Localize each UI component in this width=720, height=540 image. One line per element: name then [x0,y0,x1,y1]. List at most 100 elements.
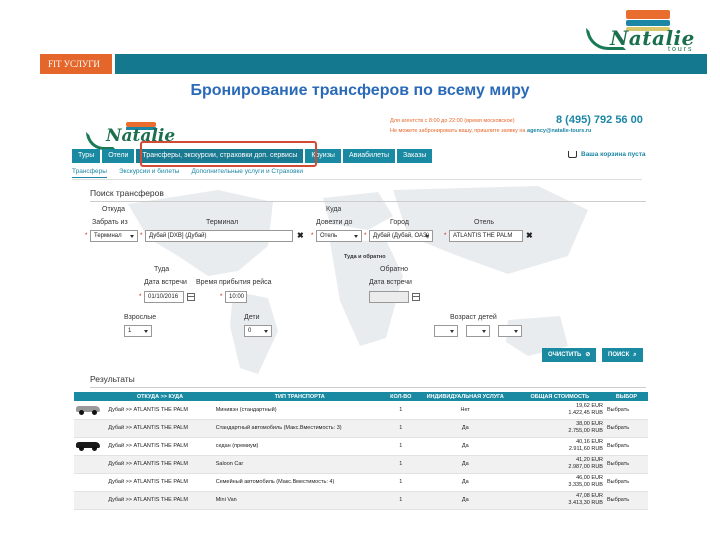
arrival-time-label: Время прибытия рейса [196,279,272,286]
logo-subtitle: tours [668,46,694,53]
col-select: ВЫБОР [604,392,648,401]
select-link[interactable]: Выбрать [604,473,648,492]
child-age-select-3[interactable] [498,325,522,337]
price-eur: 40,16 EUR [576,439,603,445]
route-cell: Дубай >> ATLANTIS THE PALM [106,437,214,456]
select-link[interactable]: Выбрать [604,437,648,456]
individual-cell: Да [415,437,515,456]
terminal-input[interactable]: Дубай [DXB] (Дубай) [145,230,293,242]
select-link[interactable]: Выбрать [604,491,648,510]
result-row: Дубай >> ATLANTIS THE PALM Стандартный а… [74,419,648,438]
results-title: Результаты [90,374,135,384]
price-rub: 3.335,00 RUB [568,482,603,488]
route-cell: Дубай >> ATLANTIS THE PALM [106,401,214,420]
child-age-select-2[interactable] [466,325,490,337]
round-trip-label: Туда и обратно [344,254,386,260]
result-row: Дубай >> ATLANTIS THE PALM Saloon Car 1 … [74,455,648,474]
clear-button[interactable]: ОЧИСТИТЬ ⊘ [542,348,597,362]
section-bar: FIT УСЛУГИ [40,54,707,74]
nav-orders[interactable]: Заказы [397,149,433,163]
individual-cell: Да [415,473,515,492]
calendar-icon[interactable] [412,293,420,301]
price-cell: 47,08 EUR 3.413,30 RUB [514,491,605,510]
qty-cell: 1 [385,419,416,438]
sub-nav: Трансферы Экскурсии и билеты Дополнитель… [72,168,303,178]
arrival-time-input[interactable]: 10:00 [225,291,247,303]
transport-type-cell: седан (премиум) [213,437,386,456]
subnav-transfers[interactable]: Трансферы [72,168,107,178]
vehicle-cell [74,473,107,492]
cart-icon [568,151,577,158]
calendar-icon[interactable] [187,293,195,301]
price-cell: 46,00 EUR 3.335,00 RUB [514,473,605,492]
child-age-select-1[interactable] [434,325,458,337]
agency-note-text: Не можете забронировать вашу, пришлите з… [390,128,526,134]
select-link[interactable]: Выбрать [604,401,648,420]
clear-terminal-icon[interactable]: ✖ [297,231,304,240]
search-title: Поиск трансферов [90,188,164,198]
section-bar-fill [115,54,707,74]
return-date-input[interactable] [369,291,409,303]
results-table: ОТКУДА >> КУДА ТИП ТРАНСПОРТА КОЛ-ВО ИНД… [74,392,648,510]
vehicle-cell [74,419,107,438]
agency-note: Не можете забронировать вашу, пришлите з… [390,128,591,134]
children-label: Дети [244,314,260,321]
back-label: Обратно [380,266,409,273]
vehicle-cell [74,455,107,474]
col-route: ОТКУДА >> КУДА [106,392,214,401]
hotel-input[interactable]: ATLANTIS THE PALM [449,230,523,242]
meet-date-input[interactable]: 01/10/2016 [144,291,184,303]
transport-type-cell: Mini Van [213,491,386,510]
to-label: Куда [326,206,342,213]
clear-hotel-icon[interactable]: ✖ [526,231,533,240]
child-age-label: Возраст детей [450,314,497,321]
col-image [74,392,107,401]
qty-cell: 1 [385,401,416,420]
city-label: Город [390,219,409,226]
sub-nav-divider [72,179,642,180]
select-link[interactable]: Выбрать [604,419,648,438]
col-transport: ТИП ТРАНСПОРТА [213,392,386,401]
from-label: Откуда [102,206,126,213]
subnav-extra-services[interactable]: Дополнительные услуги и Страховки [191,168,303,178]
transport-type-cell: Минивэн (стандартный) [213,401,386,420]
dropoff-select[interactable]: Отель [316,230,362,242]
pickup-select[interactable]: Терминал [90,230,138,242]
adults-label: Взрослые [124,314,157,321]
slide-logo: Natalie tours [586,8,710,53]
price-eur: 41,20 EUR [576,457,603,463]
result-row: Дубай >> ATLANTIS THE PALM Mini Van 1 Да… [74,491,648,510]
route-cell: Дубай >> ATLANTIS THE PALM [106,419,214,438]
there-label: Туда [154,266,170,273]
route-cell: Дубай >> ATLANTIS THE PALM [106,455,214,474]
nav-flights[interactable]: Авиабилеты [342,149,396,163]
price-eur: 47,08 EUR [576,493,603,499]
cart-status[interactable]: Ваша корзина пуста [568,151,646,158]
vehicle-image [76,440,100,451]
vehicle-cell [74,401,107,420]
price-cell: 38,00 EUR 2.755,00 RUB [514,419,605,438]
dropoff-label: Довезти до [316,219,353,226]
section-tag: FIT УСЛУГИ [40,54,112,74]
clear-icon: ⊘ [585,352,591,358]
subnav-excursions[interactable]: Экскурсии и билеты [119,168,180,178]
price-cell: 40,16 EUR 2.911,60 RUB [514,437,605,456]
price-rub: 2.755,00 RUB [568,428,603,434]
route-cell: Дубай >> ATLANTIS THE PALM [106,473,214,492]
nav-hotels[interactable]: Отели [102,149,135,163]
nav-tours[interactable]: Туры [72,149,101,163]
adults-select[interactable]: 1 [124,325,152,337]
children-select[interactable]: 0 [244,325,272,337]
required-mark: * [85,233,88,239]
price-cell: 19,62 EUR 1.422,45 RUB [514,401,605,420]
city-select[interactable]: Дубай (Дубай, ОАЭ) [369,230,433,242]
price-eur: 19,62 EUR [576,402,603,409]
result-row: Дубай >> ATLANTIS THE PALM Семейный авто… [74,473,648,492]
required-mark: * [444,233,447,239]
transport-type-cell: Семейный автомобиль (Макс.Вместимость: 4… [213,473,386,492]
return-date-label: Дата встречи [369,279,412,286]
vehicle-cell [74,491,107,510]
agency-email-link[interactable]: agency@natalie-tours.ru [527,128,591,134]
select-link[interactable]: Выбрать [604,455,648,474]
search-button[interactable]: ПОИСК ⌕ [602,348,643,362]
